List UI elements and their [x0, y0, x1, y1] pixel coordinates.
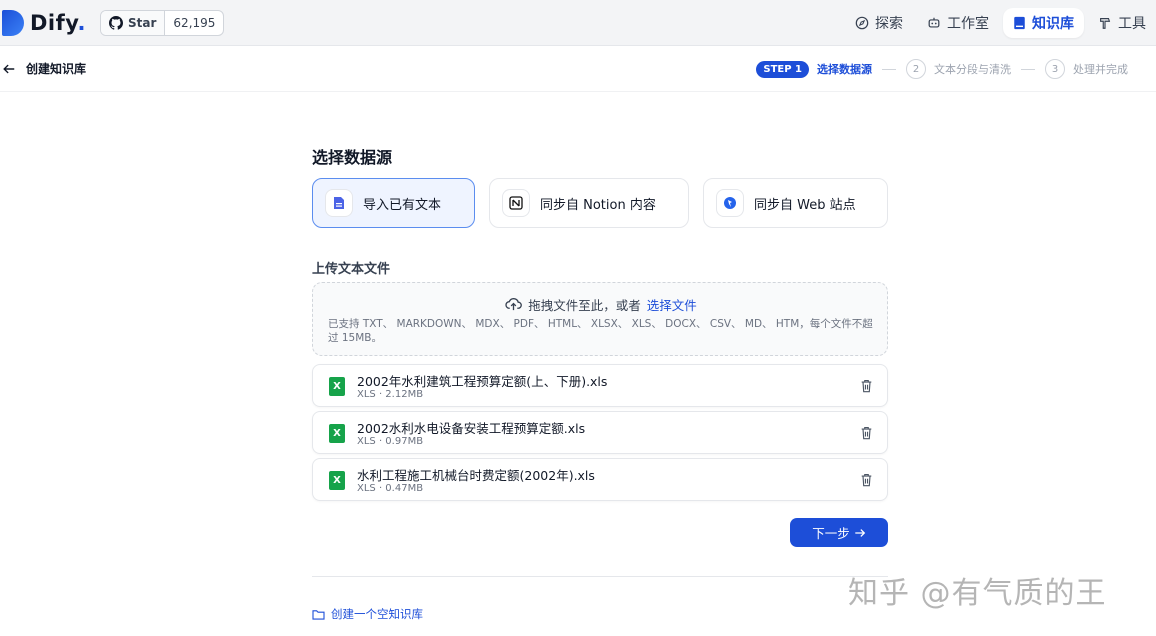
- delete-file-button[interactable]: [860, 425, 873, 444]
- step-1-label: 选择数据源: [817, 63, 872, 76]
- file-item: X 水利工程施工机械台时费定额(2002年).xls XLS · 0.47MB: [312, 458, 888, 501]
- step-3-label: 处理并完成: [1073, 63, 1128, 76]
- top-nav: Dify. Star 62,195 探索 工作室 知识库 工具: [0, 0, 1156, 46]
- book-icon: [1014, 16, 1025, 30]
- trash-icon: [861, 380, 872, 393]
- github-star-label: Star: [128, 15, 157, 30]
- next-step-button[interactable]: 下一步: [790, 518, 888, 547]
- xls-file-icon: X: [329, 471, 345, 490]
- source-import-text[interactable]: 导入已有文本: [312, 178, 475, 228]
- nav-tools-label: 工具: [1118, 16, 1146, 32]
- nav-tools[interactable]: 工具: [1088, 8, 1156, 38]
- file-meta: XLS · 0.97MB: [357, 436, 424, 447]
- arrow-left-icon: [3, 64, 15, 73]
- next-step-label: 下一步: [812, 526, 850, 541]
- supported-formats-text: 已支持 TXT、 MARKDOWN、 MDX、 PDF、 HTML、 XLSX、…: [328, 318, 873, 344]
- delete-file-button[interactable]: [860, 472, 873, 491]
- step-3-number: 3: [1045, 59, 1065, 79]
- file-meta: XLS · 0.47MB: [357, 483, 424, 494]
- file-item: X 2002年水利建筑工程预算定额(上、下册).xls XLS · 2.12MB: [312, 364, 888, 407]
- logo-dot: .: [77, 10, 87, 35]
- source-notion[interactable]: 同步自 Notion 内容: [489, 178, 689, 228]
- nav-explore[interactable]: 探索: [845, 8, 913, 38]
- watermark: 知乎 @有气质的王: [848, 576, 1107, 611]
- nav-explore-label: 探索: [875, 16, 903, 32]
- dify-logo[interactable]: Dify.: [2, 0, 86, 46]
- create-empty-knowledge-label: 创建一个空知识库: [331, 607, 423, 621]
- nav-knowledge[interactable]: 知识库: [1003, 8, 1084, 38]
- nav-links: 探索 工作室 知识库 工具: [841, 0, 1156, 46]
- xls-file-icon: X: [329, 424, 345, 443]
- github-star-count: 62,195: [173, 15, 216, 30]
- source-web-label: 同步自 Web 站点: [754, 197, 856, 213]
- source-web[interactable]: 同步自 Web 站点: [703, 178, 888, 228]
- hammer-icon: [1100, 18, 1111, 29]
- page-title: 选择数据源: [312, 148, 393, 167]
- choose-file-link[interactable]: 选择文件: [647, 295, 697, 314]
- cloud-upload-icon: [505, 298, 523, 311]
- dify-logo-mark: [2, 9, 24, 36]
- xls-file-icon: X: [329, 377, 345, 396]
- data-source-options: 导入已有文本 同步自 Notion 内容 同步自 Web 站点: [312, 178, 888, 228]
- file-item: X 2002水利水电设备安装工程预算定额.xls XLS · 0.97MB: [312, 411, 888, 454]
- file-text-icon: [334, 197, 344, 209]
- web-icon: [724, 197, 736, 209]
- notion-icon: [509, 196, 523, 210]
- back-label: 创建知识库: [26, 62, 87, 76]
- github-star-button[interactable]: Star 62,195: [100, 9, 225, 36]
- file-meta: XLS · 2.12MB: [357, 389, 424, 400]
- step-2-number: 2: [906, 59, 926, 79]
- robot-icon: [928, 17, 940, 28]
- compass-icon: [855, 16, 869, 30]
- logo-text: Dify: [30, 10, 78, 35]
- file-name: 2002水利水电设备安装工程预算定额.xls: [357, 421, 586, 436]
- step-separator: [1021, 68, 1035, 70]
- step-1-badge: STEP 1: [756, 60, 809, 78]
- file-name: 2002年水利建筑工程预算定额(上、下册).xls: [357, 374, 608, 389]
- nav-studio[interactable]: 工作室: [917, 8, 999, 38]
- delete-file-button[interactable]: [860, 378, 873, 397]
- arrow-right-icon: [855, 528, 865, 537]
- step-separator: [882, 68, 896, 70]
- folder-icon: [312, 609, 325, 620]
- file-dropzone[interactable]: 拖拽文件至此，或者 选择文件 已支持 TXT、 MARKDOWN、 MDX、 P…: [312, 282, 888, 356]
- steps-indicator: STEP 1 选择数据源 2 文本分段与清洗 3 处理并完成: [756, 46, 1128, 92]
- trash-icon: [861, 474, 872, 487]
- trash-icon: [861, 427, 872, 440]
- divider: [312, 576, 888, 577]
- sub-header: 创建知识库 STEP 1 选择数据源 2 文本分段与清洗 3 处理并完成: [0, 46, 1156, 92]
- dropzone-text: 拖拽文件至此，或者: [528, 298, 641, 313]
- file-name: 水利工程施工机械台时费定额(2002年).xls: [357, 468, 595, 483]
- source-notion-label: 同步自 Notion 内容: [540, 197, 656, 213]
- nav-knowledge-label: 知识库: [1032, 16, 1074, 32]
- upload-section-title: 上传文本文件: [312, 262, 391, 277]
- back-button[interactable]: 创建知识库: [2, 60, 86, 77]
- nav-studio-label: 工作室: [947, 16, 989, 32]
- step-2-label: 文本分段与清洗: [934, 63, 1011, 76]
- create-empty-knowledge-link[interactable]: 创建一个空知识库: [312, 606, 423, 622]
- github-icon: [109, 15, 124, 30]
- source-import-text-label: 导入已有文本: [363, 197, 442, 213]
